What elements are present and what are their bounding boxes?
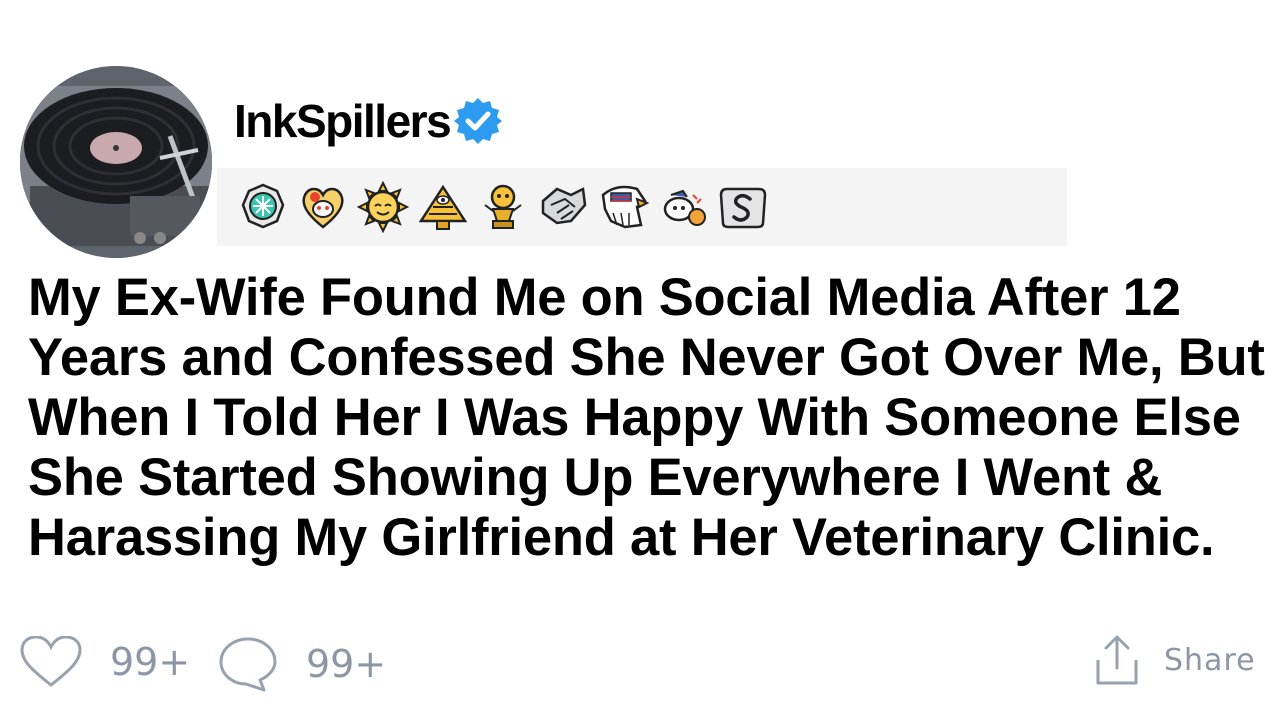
heart-snoo-award-icon[interactable] — [297, 181, 349, 233]
share-icon — [1096, 635, 1138, 685]
author-row: InkSpillers — [234, 94, 504, 148]
pyramid-eye-award-icon[interactable] — [417, 181, 469, 233]
like-count: 99+ — [110, 640, 191, 684]
like-button[interactable]: 99+ — [20, 636, 190, 688]
post-title: My Ex-Wife Found Me on Social Media Afte… — [28, 268, 1265, 567]
share-button[interactable]: Share — [1094, 634, 1256, 686]
verified-badge-icon — [454, 98, 503, 144]
snoo-award-icon[interactable] — [657, 181, 709, 233]
comment-button[interactable]: 99+ — [218, 636, 386, 692]
gold-trophy-award-icon[interactable] — [477, 181, 529, 233]
username[interactable]: InkSpillers — [234, 94, 452, 148]
comment-count: 99+ — [306, 642, 387, 686]
vinyl-record-player-icon — [20, 66, 212, 258]
avatar[interactable] — [20, 66, 212, 258]
comment-bubble-icon — [219, 637, 277, 692]
handshake-award-icon[interactable] — [537, 181, 589, 233]
gear-award-icon[interactable] — [237, 181, 289, 233]
heart-icon — [20, 636, 82, 687]
silver-s-award-icon[interactable] — [717, 181, 769, 233]
eagle-award-icon[interactable] — [597, 181, 649, 233]
awards-bar — [217, 168, 1067, 246]
sun-award-icon[interactable] — [357, 181, 409, 233]
action-bar: 99+ 99+ Share — [0, 628, 1280, 692]
share-label: Share — [1164, 642, 1256, 678]
